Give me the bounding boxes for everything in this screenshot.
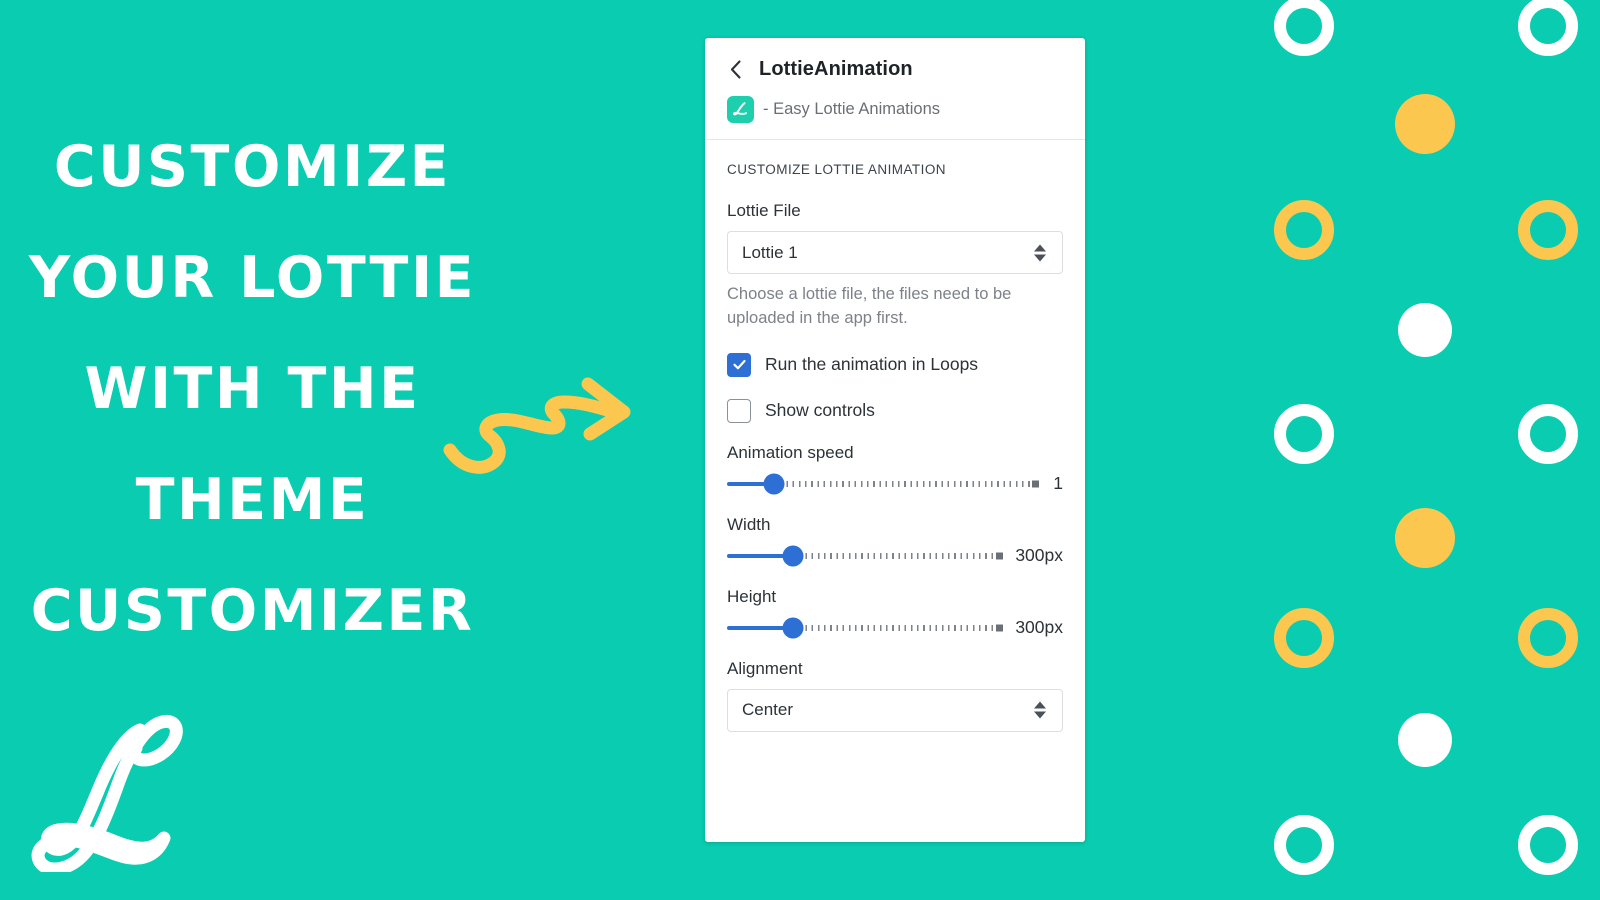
page-headline: Customize your Lottie with the theme cus… <box>0 112 505 667</box>
headline-line-5: customizer <box>30 578 475 644</box>
decor-circle <box>1274 404 1334 464</box>
decor-circle <box>1518 0 1578 56</box>
animation-speed-slider[interactable] <box>727 473 1039 495</box>
width-label: Width <box>727 514 771 534</box>
panel-header: LottieAnimation - Easy Lottie Animations <box>705 38 1085 139</box>
checkbox-run-in-loops[interactable]: Run the animation in Loops <box>727 352 1063 377</box>
lottie-file-select[interactable]: Lottie 1 <box>727 231 1063 274</box>
decor-circle <box>1518 608 1578 668</box>
width-value: 300px <box>1015 545 1063 566</box>
field-height: Height 300px <box>727 587 1063 639</box>
height-label: Height <box>727 586 777 606</box>
field-lottie-file: Lottie File Lottie 1 Choose a lottie fil… <box>727 201 1063 331</box>
panel-body: Customize Lottie Animation Lottie File L… <box>705 140 1085 842</box>
field-width: Width 300px <box>727 515 1063 567</box>
headline-line-1: Customize <box>53 134 452 200</box>
height-value: 300px <box>1015 617 1063 638</box>
lottie-file-value: Lottie 1 <box>742 242 798 262</box>
headline-line-3: with the <box>84 356 421 422</box>
animation-speed-label: Animation speed <box>727 442 854 462</box>
width-slider[interactable] <box>727 545 1004 567</box>
select-stepper-arrows-icon <box>1034 244 1046 261</box>
loops-checkbox-label: Run the animation in Loops <box>765 354 979 375</box>
decor-circle <box>1518 815 1578 875</box>
section-label: Customize Lottie Animation <box>727 162 946 177</box>
alignment-select[interactable]: Center <box>727 688 1063 732</box>
decor-circle <box>1398 303 1452 357</box>
script-l-glyph-icon <box>732 102 747 116</box>
alignment-value: Center <box>742 700 794 720</box>
loops-checkbox-box[interactable] <box>727 352 751 377</box>
alignment-label: Alignment <box>727 658 803 678</box>
checkbox-show-controls[interactable]: Show controls <box>727 398 1063 423</box>
decor-circle <box>1398 713 1452 767</box>
decor-circle <box>1518 404 1578 464</box>
lottie-app-icon <box>727 96 754 123</box>
back-chevron-icon[interactable] <box>727 56 743 82</box>
checkmark-icon <box>732 360 746 370</box>
chevron-left-icon <box>730 59 741 79</box>
field-alignment: Alignment Center <box>727 659 1063 732</box>
decor-circle <box>1518 200 1578 260</box>
lottie-customizer-panel: LottieAnimation - Easy Lottie Animations… <box>705 38 1085 842</box>
field-animation-speed: Animation speed 1 <box>727 443 1063 495</box>
height-slider[interactable] <box>727 617 1004 639</box>
decor-circle <box>1395 508 1455 568</box>
decor-circle <box>1274 815 1334 875</box>
headline-line-2: your Lottie <box>28 245 477 311</box>
decor-circle <box>1274 608 1334 668</box>
controls-checkbox-box[interactable] <box>727 398 751 423</box>
panel-title: LottieAnimation <box>759 57 913 80</box>
decor-circle <box>1274 0 1334 56</box>
headline-line-4: theme <box>135 467 370 533</box>
lottie-file-help: Choose a lottie file, the files need to … <box>727 285 1012 327</box>
alignment-stepper-arrows-icon <box>1034 701 1046 719</box>
decor-circle <box>1395 94 1455 154</box>
animation-speed-value: 1 <box>1053 473 1063 494</box>
app-subtitle-row: - Easy Lottie Animations <box>727 96 1063 139</box>
lottie-file-label: Lottie File <box>727 201 801 220</box>
app-subtitle: - Easy Lottie Animations <box>763 100 941 118</box>
lottie-script-l-logo <box>31 714 183 872</box>
zigzag-arrow <box>443 377 631 474</box>
controls-checkbox-label: Show controls <box>765 400 875 421</box>
decor-circle <box>1274 200 1334 260</box>
